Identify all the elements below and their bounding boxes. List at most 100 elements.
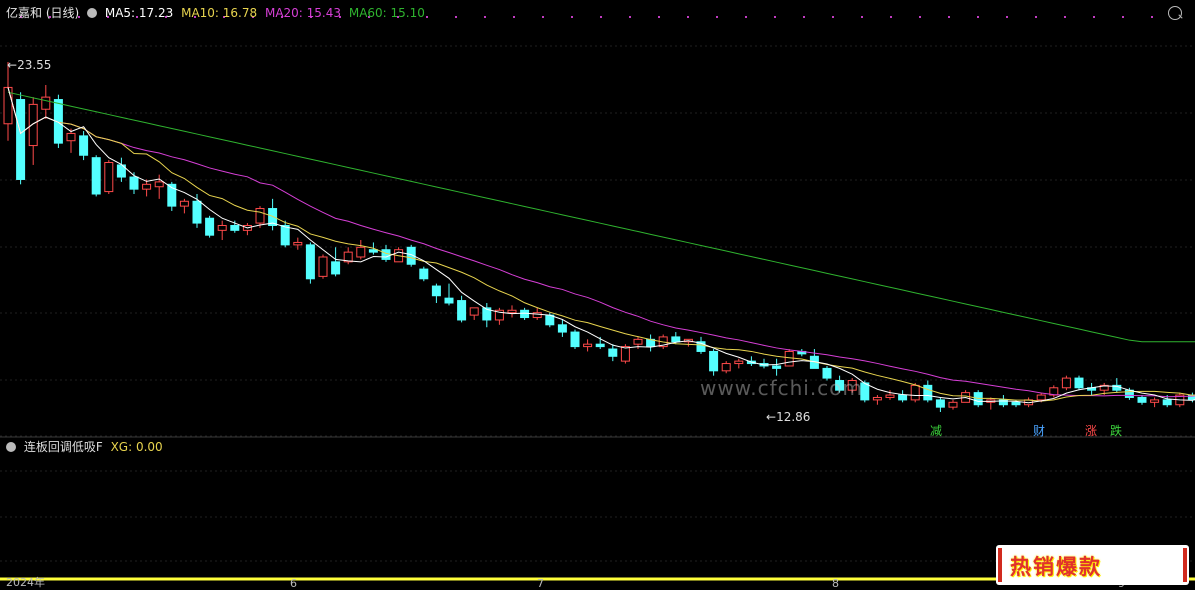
ma5-label: MA5: 17.23 [104, 6, 174, 20]
marker-cai: 财 [1033, 424, 1046, 438]
top-mark [861, 16, 863, 18]
marker-die: 跌 [1110, 424, 1123, 438]
low-arrow-icon: ← [766, 410, 777, 424]
top-mark [571, 16, 573, 18]
kline-chart [0, 16, 1195, 581]
candle [583, 343, 593, 348]
promo-banner[interactable]: 热销爆款 [996, 545, 1189, 585]
candle [532, 312, 542, 319]
top-mark [1035, 16, 1037, 18]
top-mark [1064, 16, 1066, 18]
x-label-8: 8 [832, 577, 839, 590]
x-label-6: 6 [290, 577, 297, 590]
top-mark [513, 16, 515, 18]
top-mark [1006, 16, 1008, 18]
indicator-header: 连板回调低吸F XG: 0.00 [6, 438, 163, 455]
candle [28, 103, 38, 147]
candle [1162, 399, 1172, 406]
marker-zhang: 涨 [1085, 424, 1098, 438]
top-mark [890, 16, 892, 18]
candle [192, 200, 202, 224]
top-mark [977, 16, 979, 18]
candle [305, 244, 315, 280]
marker-jian: 减 [930, 424, 943, 438]
top-mark [948, 16, 950, 18]
candle [41, 96, 51, 110]
top-mark [455, 16, 457, 18]
candle [179, 200, 189, 207]
candle [1137, 396, 1147, 403]
top-mark [1093, 16, 1095, 18]
candle [381, 249, 391, 260]
ma10-line [7, 87, 1195, 402]
candle [923, 384, 933, 401]
ma60-line [7, 91, 1195, 343]
candle [671, 336, 681, 343]
indicator-dot-icon[interactable] [6, 442, 16, 452]
candle [79, 135, 89, 156]
candle [318, 256, 328, 277]
candle [129, 176, 139, 190]
candle [734, 360, 744, 365]
low-value: 12.86 [776, 410, 811, 424]
high-annotation: ←23.55 [7, 58, 51, 72]
candle [331, 261, 341, 275]
low-annotation: ←12.86 [766, 410, 810, 424]
candle [469, 307, 479, 316]
candle [91, 157, 101, 195]
candle [431, 285, 441, 297]
top-mark [542, 16, 544, 18]
candle [66, 132, 76, 142]
candle [784, 350, 794, 367]
ma20-line [7, 87, 1195, 398]
x-label-year: 2024年 [6, 576, 45, 589]
candle [885, 394, 895, 398]
top-mark [484, 16, 486, 18]
candle [520, 309, 530, 319]
candle [910, 384, 920, 401]
high-arrow-icon: ← [7, 58, 18, 72]
candle [419, 268, 429, 280]
candle [368, 249, 378, 253]
top-mark [803, 16, 805, 18]
candle [898, 394, 908, 401]
watermark: www.cfchi.com [700, 376, 863, 400]
high-value: 23.55 [17, 58, 52, 72]
candle [255, 208, 265, 224]
top-mark [629, 16, 631, 18]
candle [709, 350, 719, 372]
candle [444, 297, 454, 304]
top-mark [658, 16, 660, 18]
candle [570, 331, 580, 348]
candle [293, 241, 303, 246]
candle [557, 324, 567, 333]
candle [633, 338, 643, 345]
top-mark [716, 16, 718, 18]
x-label-7: 7 [537, 577, 544, 590]
ma20-label: MA20: 15.43 [264, 6, 342, 20]
search-icon[interactable] [1168, 6, 1182, 20]
top-mark [687, 16, 689, 18]
top-mark [745, 16, 747, 18]
promo-text: 热销爆款 [1010, 555, 1102, 579]
candle [16, 99, 26, 180]
candle [142, 183, 152, 190]
ma5-line [7, 87, 1195, 404]
settings-dot-icon[interactable] [87, 8, 98, 18]
stock-title[interactable]: 亿嘉和 (日线) [6, 6, 79, 20]
candle [1074, 377, 1084, 389]
candle [1150, 399, 1160, 403]
candle [217, 224, 227, 231]
candle [104, 162, 114, 193]
indicator-name[interactable]: 连板回调低吸F [24, 440, 103, 454]
candle [154, 181, 164, 188]
ma60-label: MA60: 15.10 [348, 6, 425, 20]
candle [595, 343, 605, 348]
candle [935, 399, 945, 408]
candle [230, 224, 240, 231]
top-mark [774, 16, 776, 18]
flame-left-icon [998, 548, 1002, 582]
candle [948, 401, 958, 408]
ma10-label: MA10: 16.78 [181, 6, 258, 20]
candle [356, 246, 366, 258]
